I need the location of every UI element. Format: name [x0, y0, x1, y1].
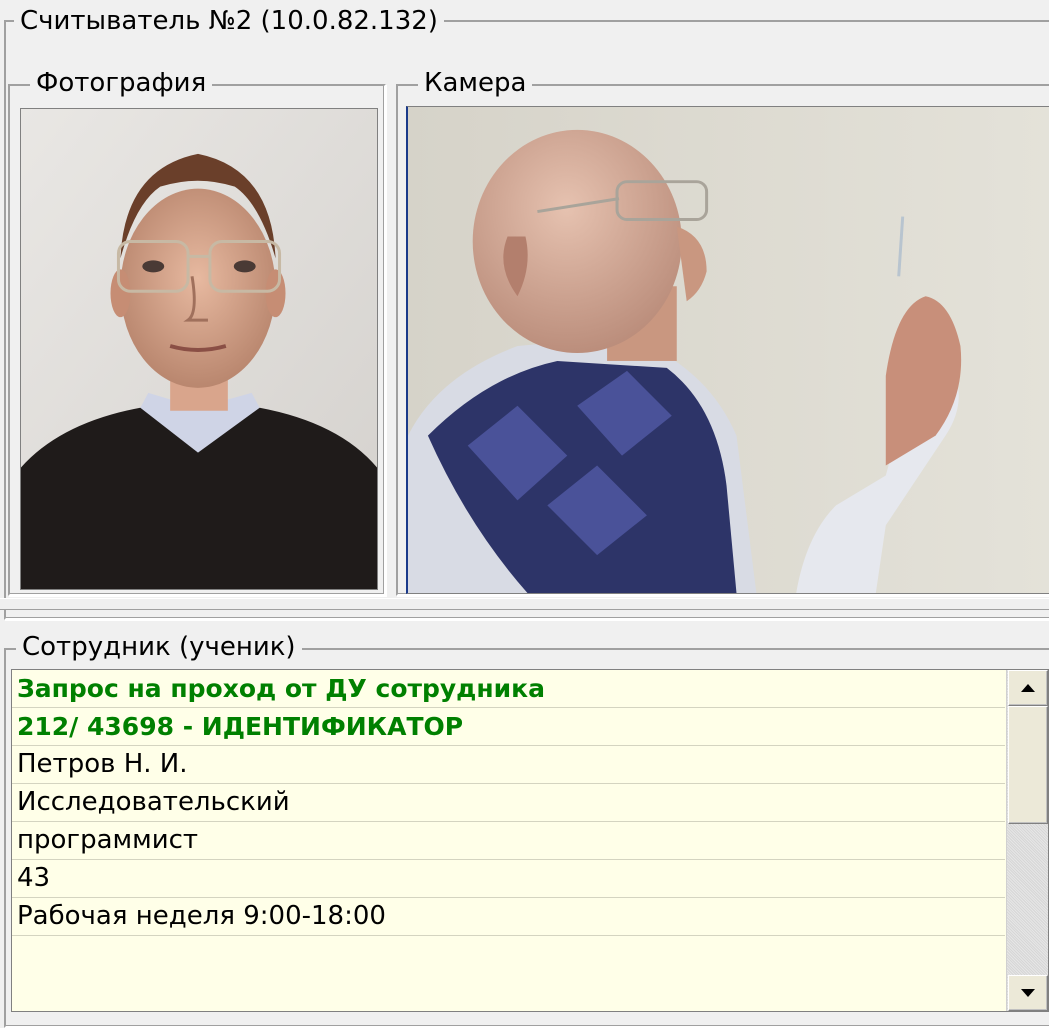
scroll-down-button[interactable] — [1008, 975, 1048, 1011]
scroll-thumb[interactable] — [1008, 706, 1048, 824]
list-item-department[interactable]: Исследовательский — [12, 784, 1005, 822]
employee-photo — [20, 108, 378, 590]
list-scrollbar[interactable] — [1006, 670, 1048, 1011]
arrow-up-icon — [1021, 684, 1035, 692]
list-item-number[interactable]: 43 — [12, 860, 1005, 898]
photo-title: Фотография — [30, 68, 213, 98]
list-item-request[interactable]: Запрос на проход от ДУ сотрудника — [12, 670, 1005, 708]
camera-title: Камера — [418, 68, 533, 98]
list-item-position[interactable]: программист — [12, 822, 1005, 860]
list-item-identifier[interactable]: 212/ 43698 - ИДЕНТИФИКАТОР — [12, 708, 1005, 746]
employee-info-list[interactable]: Запрос на проход от ДУ сотрудника 212/ 4… — [11, 669, 1049, 1012]
employee-title: Сотрудник (ученик) — [16, 632, 302, 662]
reader-title: Считыватель №2 (10.0.82.132) — [14, 6, 444, 36]
list-item-schedule[interactable]: Рабочая неделя 9:00-18:00 — [12, 898, 1005, 936]
scroll-up-button[interactable] — [1008, 670, 1048, 706]
camera-view — [406, 106, 1049, 594]
arrow-down-icon — [1021, 989, 1035, 997]
horizontal-splitter[interactable] — [0, 598, 1049, 610]
list-item-name[interactable]: Петров Н. И. — [12, 746, 1005, 784]
